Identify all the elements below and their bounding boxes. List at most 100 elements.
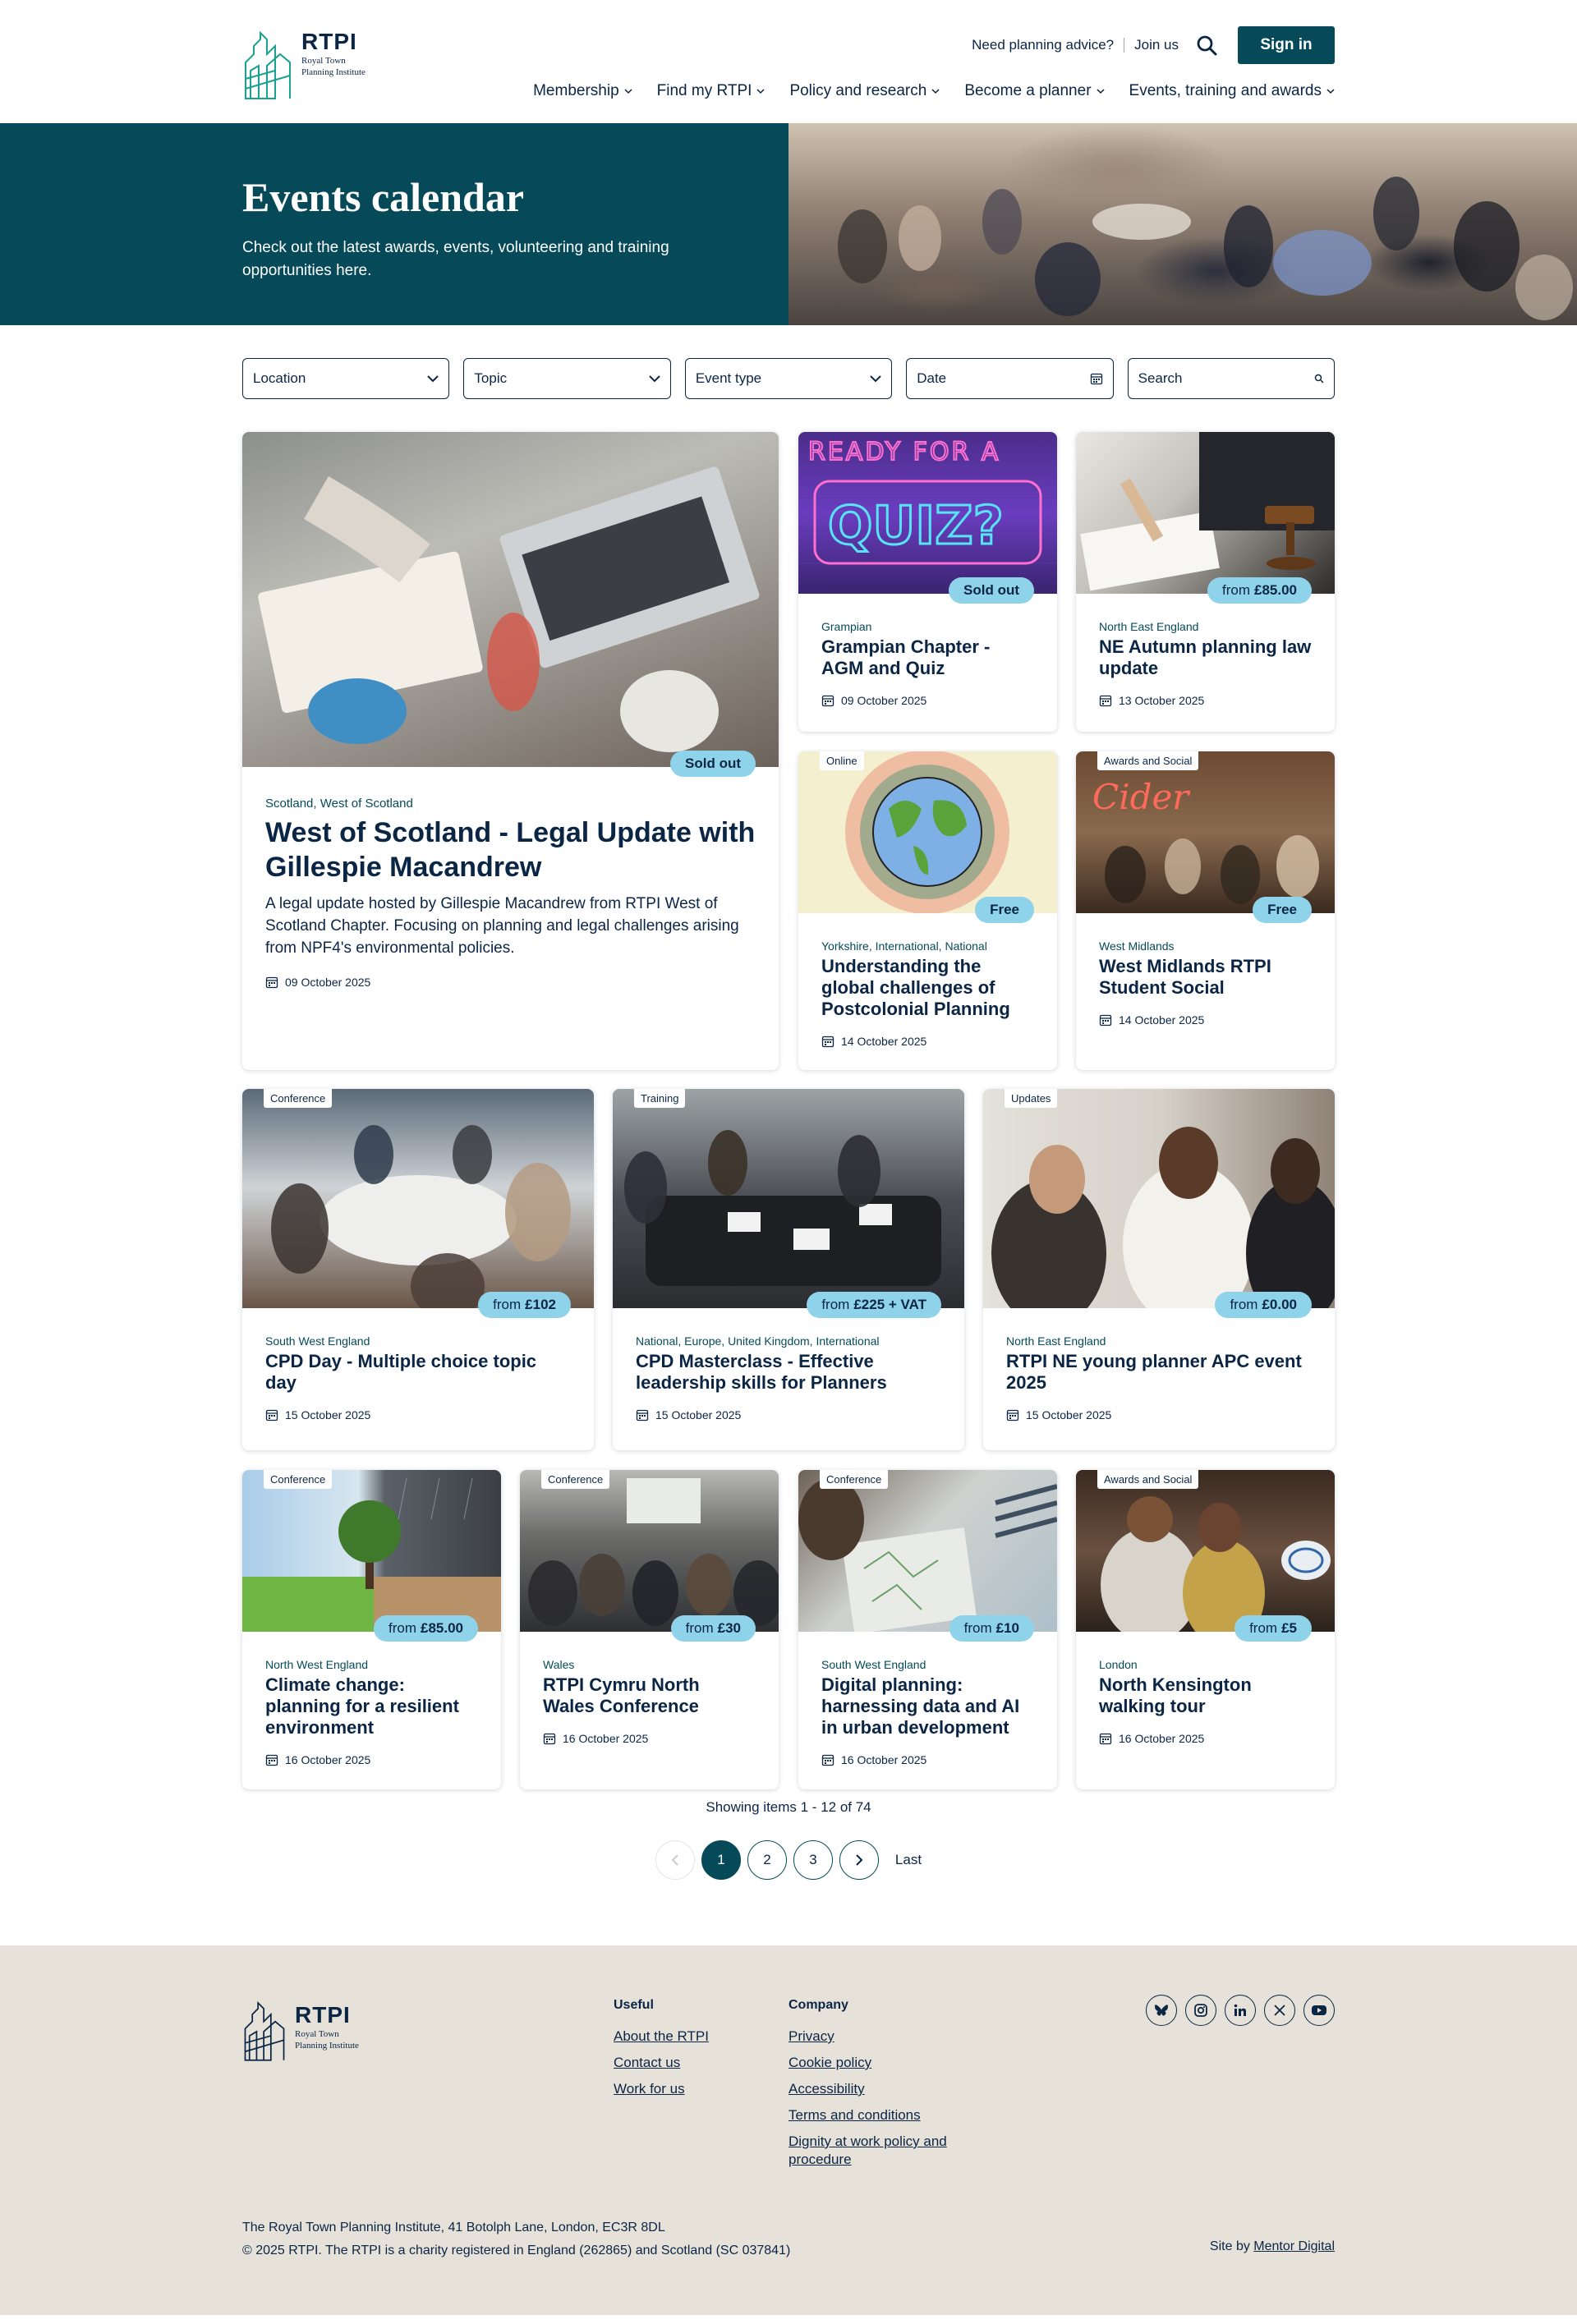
footer-link-dignity[interactable]: Dignity at work policy and procedure: [788, 2133, 986, 2169]
event-region: North East England: [1099, 620, 1199, 633]
event-date: 16 October 2025: [543, 1732, 756, 1745]
event-title[interactable]: North Kensington walking tour: [1099, 1674, 1312, 1717]
footer-rtpi-logo[interactable]: RTPI Royal Town Planning Institute: [242, 1996, 359, 2065]
calendar-icon: [265, 1754, 278, 1766]
event-title[interactable]: CPD Masterclass - Effective leadership s…: [636, 1351, 941, 1394]
event-card-image: Sold out: [242, 432, 779, 777]
event-title[interactable]: Understanding the global challenges of P…: [821, 956, 1034, 1020]
planning-advice-link[interactable]: Need planning advice?: [972, 37, 1114, 53]
event-region: National, Europe, United Kingdom, Intern…: [636, 1334, 880, 1348]
search-input[interactable]: Search: [1127, 358, 1336, 399]
event-date-text: 13 October 2025: [1119, 694, 1205, 707]
footer-legal: The Royal Town Planning Institute, 41 Bo…: [242, 2216, 790, 2262]
event-title[interactable]: West Midlands RTPI Student Social: [1099, 956, 1312, 999]
footer-link-contact[interactable]: Contact us: [614, 2054, 709, 2072]
price-badge: from £85.00: [374, 1615, 478, 1642]
event-date-text: 15 October 2025: [285, 1408, 371, 1421]
event-title[interactable]: CPD Day - Multiple choice topic day: [265, 1351, 571, 1394]
footer-address: The Royal Town Planning Institute, 41 Bo…: [242, 2221, 665, 2234]
events-grid: Sold out Scotland, West of Scotland West…: [242, 432, 1335, 1799]
event-title[interactable]: Grampian Chapter - AGM and Quiz: [821, 636, 1034, 679]
page-3-button[interactable]: 3: [793, 1840, 833, 1880]
calendar-icon: [265, 1409, 278, 1421]
page-2-button[interactable]: 2: [747, 1840, 787, 1880]
chevron-right-icon: [856, 1854, 863, 1866]
event-card[interactable]: from £85.00 North East England NE Autumn …: [1076, 432, 1335, 732]
join-us-link[interactable]: Join us: [1134, 37, 1179, 53]
price-badge: from £85.00: [1207, 577, 1312, 604]
calendar-icon: [1099, 1733, 1112, 1745]
youtube-link[interactable]: [1303, 1995, 1335, 2026]
event-title[interactable]: RTPI NE young planner APC event 2025: [1006, 1351, 1312, 1394]
chevron-down-icon: [1097, 89, 1105, 94]
chevron-down-icon: [931, 89, 940, 94]
site-by-prefix: Site by: [1209, 2239, 1250, 2253]
event-card[interactable]: Online Free Yorkshire, International, Na…: [798, 751, 1057, 1070]
instagram-link[interactable]: [1185, 1995, 1216, 2026]
price-badge: from £30: [670, 1615, 756, 1642]
event-card[interactable]: Awards and Social from £5 London North Ke…: [1076, 1470, 1335, 1789]
event-card-featured[interactable]: Sold out Scotland, West of Scotland West…: [242, 432, 779, 1070]
last-page-link[interactable]: Last: [895, 1852, 922, 1868]
event-region: Scotland, West of Scotland: [265, 797, 413, 811]
footer-link-cookies[interactable]: Cookie policy: [788, 2054, 986, 2072]
event-card[interactable]: Conference from £85.00 North West England…: [242, 1470, 501, 1789]
event-card[interactable]: READY FOR A QUIZ? Sold out Grampian Gram…: [798, 432, 1057, 732]
topic-select[interactable]: Topic: [463, 358, 671, 399]
nav-become-planner[interactable]: Become a planner: [964, 82, 1105, 100]
nav-label: Events, training and awards: [1129, 82, 1322, 99]
footer-useful-column: Useful About the RTPI Contact us Work fo…: [614, 1998, 709, 2106]
pagination: 1 2 3 Last: [242, 1840, 1335, 1880]
footer-link-work[interactable]: Work for us: [614, 2080, 709, 2098]
event-region: South West England: [265, 1334, 370, 1348]
event-title[interactable]: Climate change: planning for a resilient…: [265, 1674, 478, 1738]
calendar-icon: [265, 976, 278, 989]
nav-events-training-awards[interactable]: Events, training and awards: [1129, 82, 1335, 100]
location-select[interactable]: Location: [242, 358, 450, 399]
footer-logo-brand: RTPI: [295, 2002, 351, 2028]
event-date-text: 14 October 2025: [841, 1035, 927, 1048]
event-title[interactable]: NE Autumn planning law update: [1099, 636, 1312, 679]
results-count: Showing items 1 - 12 of 74: [706, 1799, 871, 1815]
bluesky-link[interactable]: [1146, 1995, 1177, 2026]
nav-membership[interactable]: Membership: [533, 82, 632, 100]
event-card[interactable]: Conference from £30 Wales RTPI Cymru Nort…: [520, 1470, 779, 1789]
footer-useful-heading: Useful: [614, 1998, 654, 2012]
rtpi-logo[interactable]: RTPI Royal Town Planning Institute: [242, 30, 366, 100]
search-button[interactable]: [1190, 29, 1223, 62]
page-1-button[interactable]: 1: [701, 1840, 741, 1880]
event-title[interactable]: Digital planning: harnessing data and AI…: [821, 1674, 1034, 1738]
mentor-digital-link[interactable]: Mentor Digital: [1253, 2239, 1335, 2253]
calendar-icon: [1099, 695, 1112, 707]
nav-policy-research[interactable]: Policy and research: [789, 82, 940, 100]
event-date: 14 October 2025: [1099, 1013, 1312, 1027]
linkedin-link[interactable]: [1225, 1995, 1256, 2026]
event-title[interactable]: West of Scotland - Legal Update with Gil…: [265, 815, 756, 884]
nav-label: Membership: [533, 82, 619, 99]
event-card[interactable]: Training from £225 + VAT National, Europe…: [613, 1089, 964, 1450]
event-date: 14 October 2025: [821, 1035, 1034, 1048]
event-card[interactable]: Cider Awards and Social Free West Midlan…: [1076, 751, 1335, 1070]
event-type-select[interactable]: Event type: [684, 358, 893, 399]
linkedin-icon: [1234, 2004, 1246, 2016]
footer-link-terms[interactable]: Terms and conditions: [788, 2106, 986, 2124]
logo-sub-2: Planning Institute: [301, 67, 366, 77]
sign-in-button[interactable]: Sign in: [1238, 26, 1335, 64]
event-date-text: 09 October 2025: [285, 976, 371, 989]
event-card[interactable]: Conference from £10 South West England Di…: [798, 1470, 1057, 1789]
nav-find-my-rtpi[interactable]: Find my RTPI: [657, 82, 766, 100]
x-link[interactable]: [1264, 1995, 1295, 2026]
chevron-down-icon: [649, 375, 660, 383]
event-title[interactable]: RTPI Cymru North Wales Conference: [543, 1674, 756, 1717]
event-card[interactable]: Conference from £102 South West England C…: [242, 1089, 594, 1450]
event-region: West Midlands: [1099, 939, 1175, 953]
next-page-button[interactable]: [839, 1840, 879, 1880]
prev-page-button[interactable]: [655, 1840, 695, 1880]
date-input[interactable]: Date: [906, 358, 1114, 399]
event-card-image: READY FOR A QUIZ? Sold out: [798, 432, 1057, 604]
footer-link-privacy[interactable]: Privacy: [788, 2028, 986, 2046]
footer-link-about[interactable]: About the RTPI: [614, 2028, 709, 2046]
event-card-image: Conference from £85.00: [242, 1470, 501, 1642]
footer-link-accessibility[interactable]: Accessibility: [788, 2080, 986, 2098]
event-card[interactable]: Updates from £0.00 North East England RTP…: [983, 1089, 1335, 1450]
